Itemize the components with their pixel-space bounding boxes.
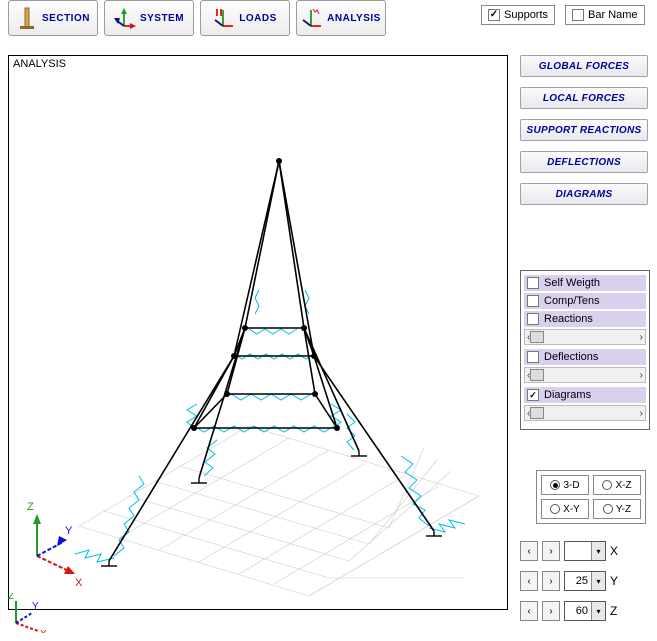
decrement-button[interactable]: ‹	[520, 571, 538, 591]
loads-label: LOADS	[239, 13, 277, 24]
checkbox-icon	[527, 389, 539, 401]
section-icon	[16, 6, 38, 30]
dropdown-icon[interactable]: ▾	[591, 542, 605, 560]
view-xz-button[interactable]: X-Z	[593, 475, 641, 495]
rotation-z-input[interactable]: 60▾	[564, 601, 606, 621]
chevron-right-icon[interactable]: ›	[640, 408, 643, 419]
svg-text:Y: Y	[32, 601, 39, 612]
deflections-button[interactable]: DEFLECTIONS	[520, 151, 648, 173]
radio-icon	[602, 480, 612, 490]
chevron-right-icon[interactable]: ›	[640, 332, 643, 343]
decrement-button[interactable]: ‹	[520, 541, 538, 561]
selfweight-toggle[interactable]: Self Weigth	[524, 275, 646, 291]
section-label: SECTION	[42, 13, 90, 24]
barname-toggle[interactable]: Bar Name	[565, 5, 645, 25]
supports-label: Supports	[504, 9, 548, 21]
rotation-y-input[interactable]: 25▾	[564, 571, 606, 591]
deflections-toggle[interactable]: Deflections	[524, 349, 646, 365]
axis-z-label: Z	[610, 604, 624, 618]
axis-y-label: Y	[610, 574, 624, 588]
comptens-toggle[interactable]: Comp/Tens	[524, 293, 646, 309]
local-forces-button[interactable]: LOCAL FORCES	[520, 87, 648, 109]
increment-button[interactable]: ›	[542, 571, 560, 591]
analysis-icon	[301, 6, 323, 30]
viewport-mode-label: ANALYSIS	[13, 58, 66, 70]
rotation-z-row: ‹ › 60▾ Z	[520, 600, 650, 622]
dropdown-icon[interactable]: ▾	[591, 572, 605, 590]
svg-text:Z: Z	[8, 593, 14, 602]
main-toolbar: SECTION SYSTEM LOADS	[0, 0, 394, 36]
axes-icon	[114, 6, 136, 30]
checkbox-icon	[488, 9, 500, 21]
analysis-viewport[interactable]: ANALYSIS	[8, 55, 508, 610]
checkbox-icon	[527, 277, 539, 289]
radio-icon	[603, 504, 613, 514]
chevron-right-icon[interactable]: ›	[640, 370, 643, 381]
axis-x-label: X	[610, 544, 624, 558]
model-render: Z X Y	[9, 56, 507, 609]
radio-icon	[550, 504, 560, 514]
diagrams-scale-slider[interactable]: ‹ ›	[524, 405, 646, 421]
display-toggle-panel: Supports Bar Name	[477, 0, 657, 30]
rotation-y-row: ‹ › 25▾ Y	[520, 570, 650, 592]
slider-thumb[interactable]	[530, 331, 544, 343]
checkbox-icon	[527, 295, 539, 307]
radio-icon	[550, 480, 560, 490]
global-axis-icon: Z X Y	[8, 593, 54, 633]
reactions-toggle[interactable]: Reactions	[524, 311, 646, 327]
view-orientation-panel: 3-D X-Z X-Y Y-Z	[536, 470, 646, 524]
dropdown-icon[interactable]: ▾	[591, 602, 605, 620]
analysis-label: ANALYSIS	[327, 13, 381, 24]
svg-text:X: X	[40, 629, 47, 633]
slider-thumb[interactable]	[530, 407, 544, 419]
display-options: Self Weigth Comp/Tens Reactions ‹ › Defl…	[520, 270, 650, 430]
increment-button[interactable]: ›	[542, 601, 560, 621]
checkbox-icon	[527, 351, 539, 363]
support-reactions-button[interactable]: SUPPORT REACTIONS	[520, 119, 648, 141]
slider-thumb[interactable]	[530, 369, 544, 381]
deflections-scale-slider[interactable]: ‹ ›	[524, 367, 646, 383]
checkbox-icon	[572, 9, 584, 21]
decrement-button[interactable]: ‹	[520, 601, 538, 621]
supports-toggle[interactable]: Supports	[481, 5, 555, 25]
global-forces-button[interactable]: GLOBAL FORCES	[520, 55, 648, 77]
svg-text:Y: Y	[65, 525, 73, 537]
diagrams-toggle[interactable]: Diagrams	[524, 387, 646, 403]
increment-button[interactable]: ›	[542, 541, 560, 561]
view-xy-button[interactable]: X-Y	[541, 499, 589, 519]
system-label: SYSTEM	[140, 13, 184, 24]
analysis-button[interactable]: ANALYSIS	[296, 0, 386, 36]
diagrams-button[interactable]: DIAGRAMS	[520, 183, 648, 205]
barname-label: Bar Name	[588, 9, 638, 21]
view-yz-button[interactable]: Y-Z	[593, 499, 641, 519]
rotation-x-row: ‹ › ▾ X	[520, 540, 650, 562]
loads-icon	[213, 6, 235, 30]
system-button[interactable]: SYSTEM	[104, 0, 194, 36]
section-button[interactable]: SECTION	[8, 0, 98, 36]
view-3d-button[interactable]: 3-D	[541, 475, 589, 495]
results-panel: GLOBAL FORCES LOCAL FORCES SUPPORT REACT…	[520, 55, 650, 215]
checkbox-icon	[527, 313, 539, 325]
svg-text:X: X	[75, 577, 83, 589]
svg-text:Z: Z	[27, 501, 34, 513]
rotation-x-input[interactable]: ▾	[564, 541, 606, 561]
reactions-scale-slider[interactable]: ‹ ›	[524, 329, 646, 345]
loads-button[interactable]: LOADS	[200, 0, 290, 36]
